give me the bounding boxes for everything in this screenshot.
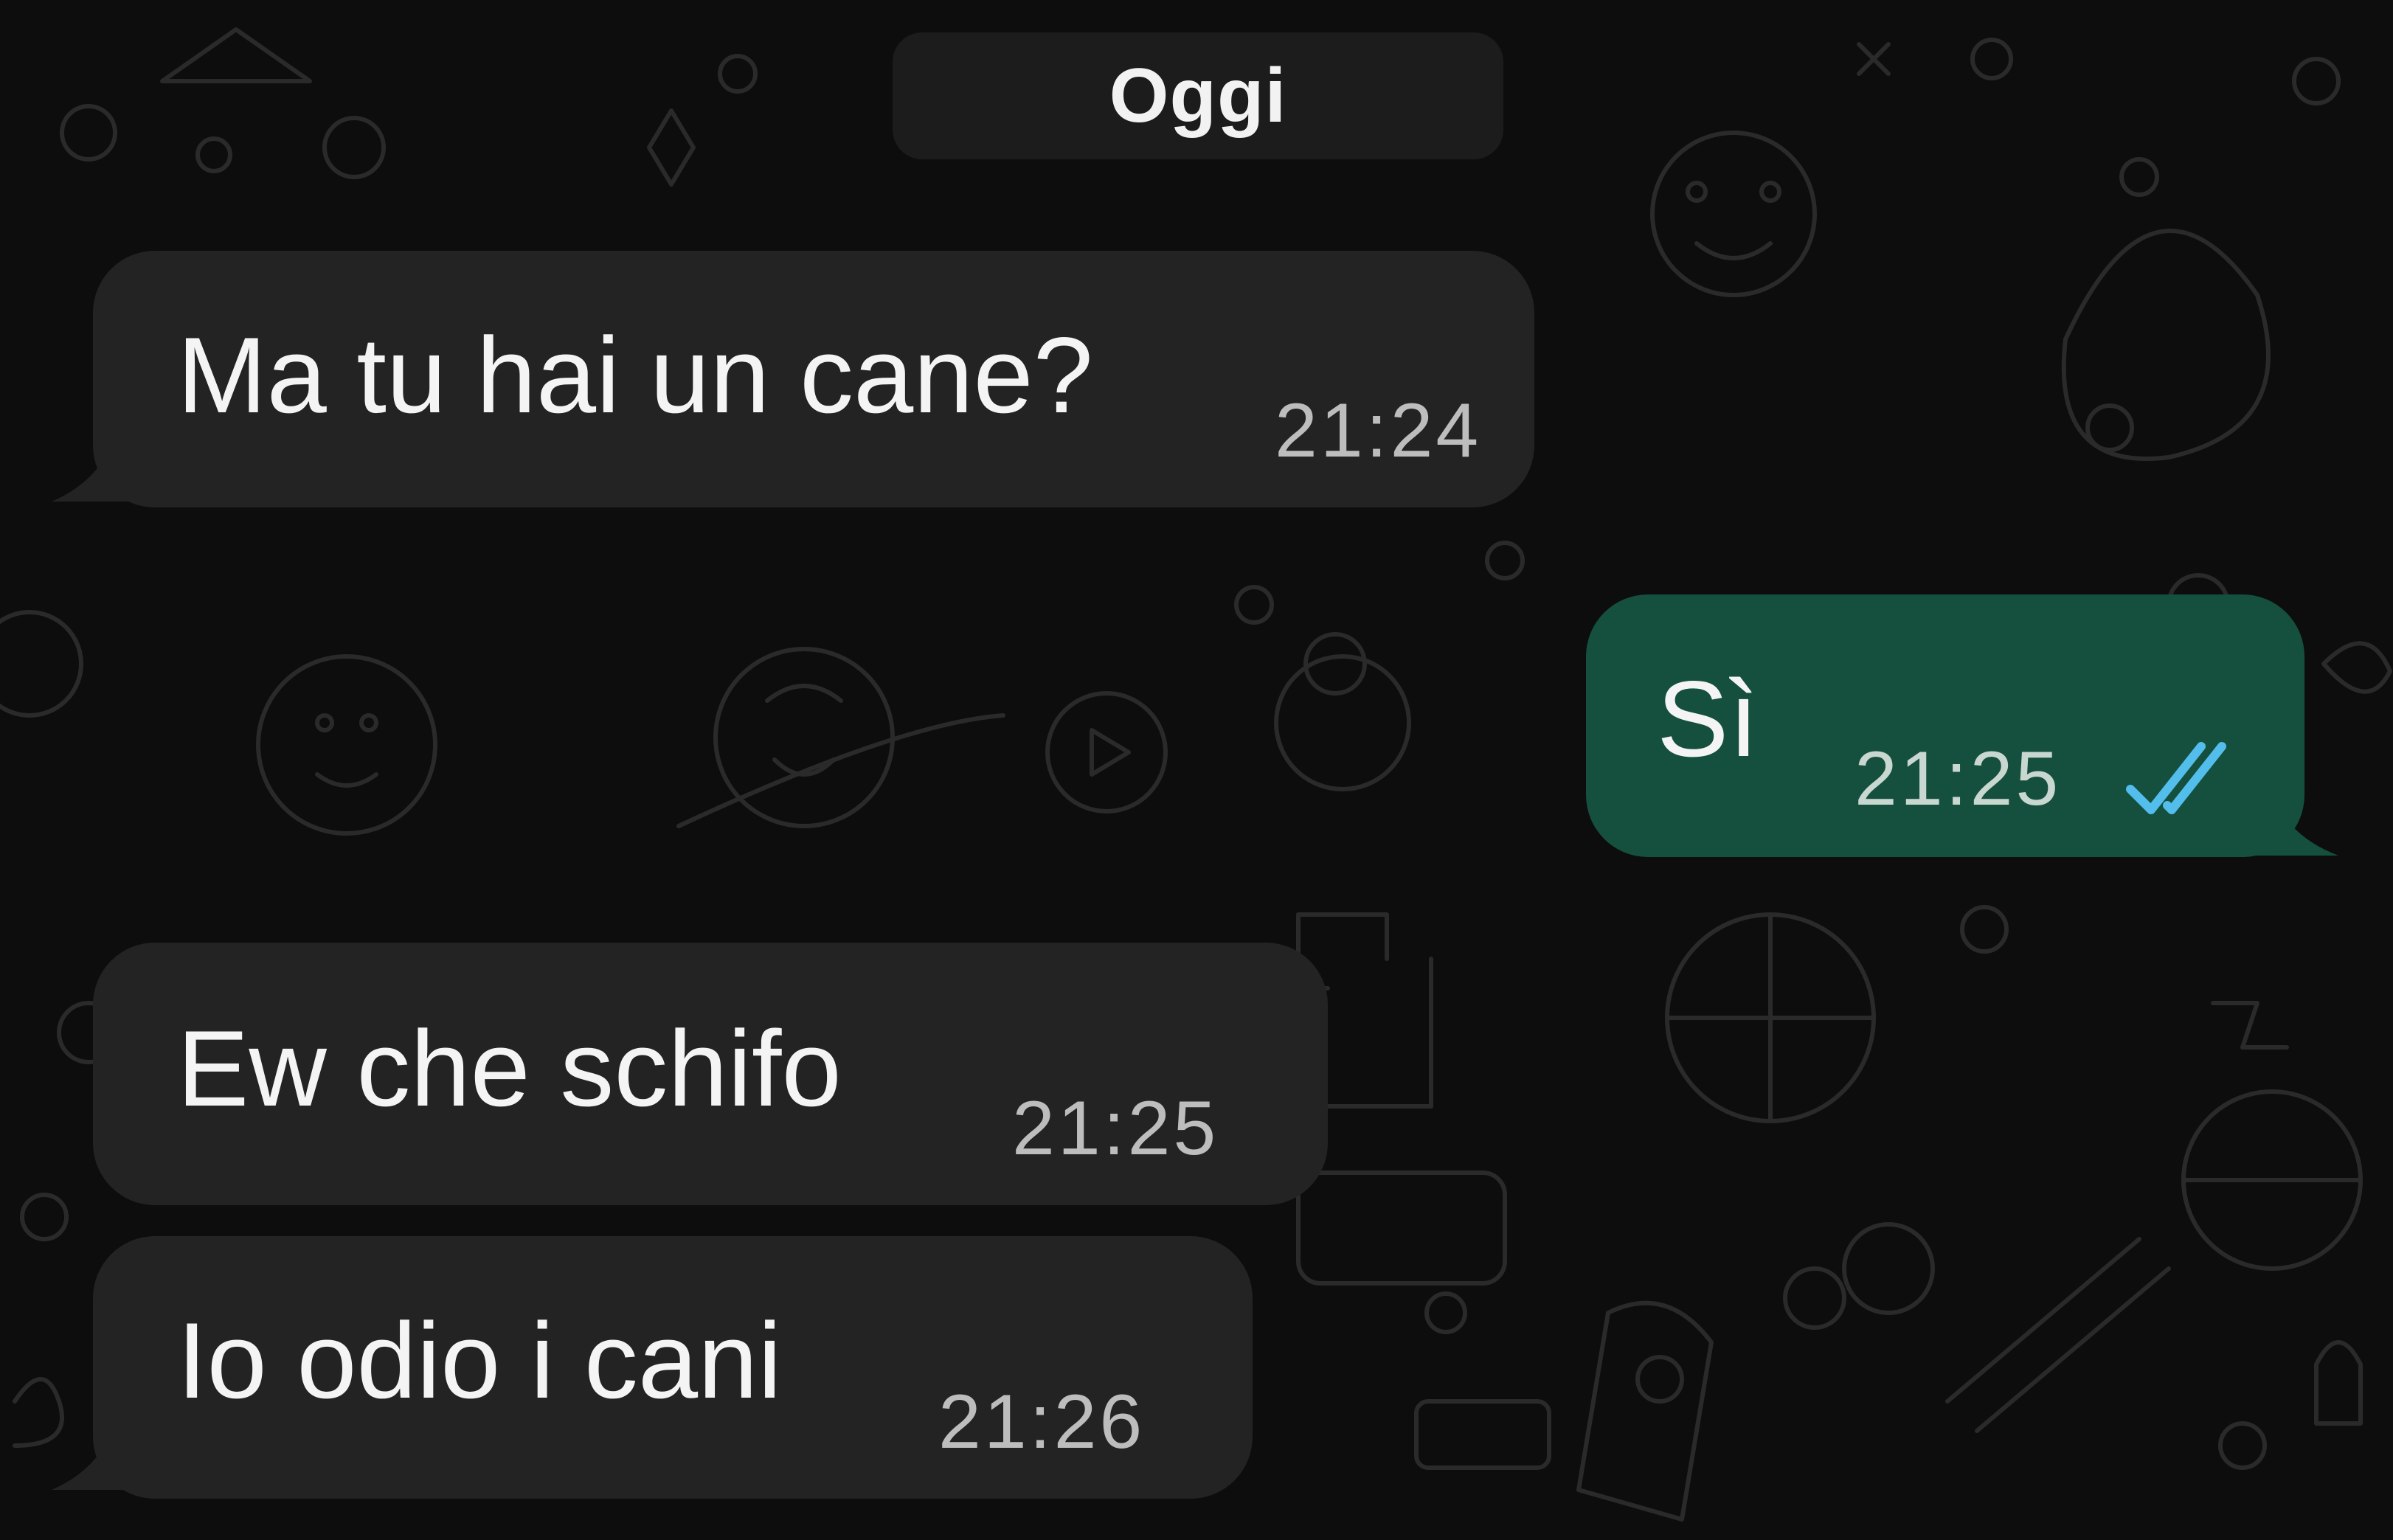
message-bubble-incoming[interactable]: Ma tu hai un cane? 21:24 xyxy=(93,251,1534,507)
message-bubble-incoming[interactable]: Ew che schifo 21:25 xyxy=(93,943,1328,1205)
double-check-read-icon xyxy=(2126,742,2226,814)
date-separator: Oggi xyxy=(893,32,1503,159)
message-bubble-incoming[interactable]: Io odio i cani 21:26 xyxy=(93,1236,1253,1499)
date-separator-label: Oggi xyxy=(1109,52,1287,139)
message-text: Ma tu hai un cane? xyxy=(177,315,1093,435)
message-bubble-outgoing[interactable]: Sì 21:25 xyxy=(1586,594,2304,857)
message-timestamp: 21:24 xyxy=(1275,388,1482,474)
chat-view: Oggi Ma tu hai un cane? 21:24 Sì 21:25 E… xyxy=(0,0,2393,1540)
message-text: Sì xyxy=(1657,659,1759,779)
message-timestamp: 21:25 xyxy=(1012,1086,1219,1171)
message-timestamp: 21:25 xyxy=(1855,736,2062,822)
message-text: Io odio i cani xyxy=(177,1300,782,1421)
message-timestamp: 21:26 xyxy=(938,1379,1146,1465)
message-text: Ew che schifo xyxy=(177,1008,842,1128)
